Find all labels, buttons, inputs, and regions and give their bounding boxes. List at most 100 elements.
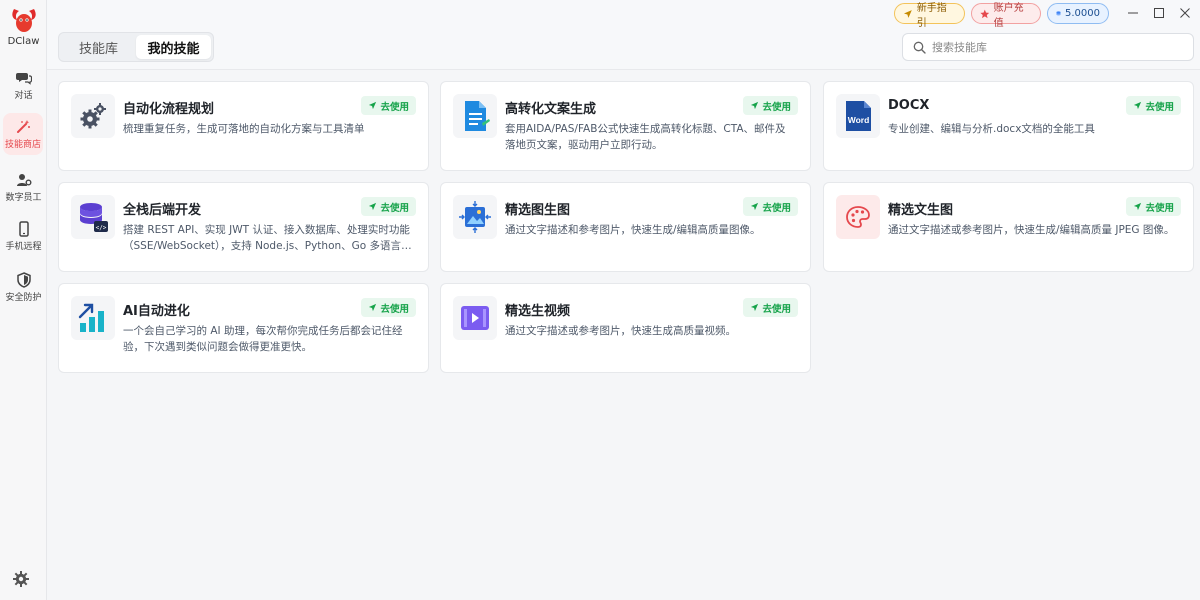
skill-title: 精选图生图 (505, 203, 571, 218)
send-arrow-icon (369, 101, 377, 110)
skill-title: 自动化流程规划 (123, 102, 215, 117)
sidebar-item-label: 手机远程 (5, 242, 42, 252)
tab-my-skills[interactable]: 我的技能 (136, 35, 211, 59)
use-skill-button[interactable]: 去使用 (1126, 197, 1181, 216)
skill-icon-box (71, 296, 115, 340)
skill-card-video[interactable]: 精选生视频 通过文字描述或参考图片，快速生成高质量视频。 去使用 (440, 283, 811, 373)
word-icon: Word (846, 101, 871, 131)
minimize-icon (1128, 12, 1138, 14)
guide-button[interactable]: 新手指引 (894, 3, 965, 29)
sidebar-item-security[interactable]: 安全防护 (0, 268, 47, 308)
skill-card-automation[interactable]: 自动化流程规划 梳理重复任务，生成可落地的自动化方案与工具清单 去使用 (58, 81, 429, 171)
chat-icon (15, 73, 32, 85)
skill-icon-box (453, 296, 497, 340)
sidebar-item-label: 安全防护 (5, 293, 42, 303)
recharge-label: 账户充值 (993, 2, 1024, 29)
use-skill-button[interactable]: 去使用 (743, 197, 798, 216)
skill-icon-box (836, 195, 880, 239)
sidebar-item-chat[interactable]: 对话 (0, 66, 47, 106)
skill-description: 通过文字描述或参考图片，快速生成高质量视频。 (505, 325, 736, 337)
gear-icon (13, 571, 29, 587)
app-logo[interactable]: DClaw (0, 6, 47, 47)
send-arrow-icon (369, 303, 377, 312)
sidebar-item-skill-store[interactable]: 技能商店 (3, 113, 43, 155)
skill-card-backend[interactable]: </> 全栈后端开发 搭建 REST API、实现 JWT 认证、接入数据库、处… (58, 182, 429, 272)
use-skill-label: 去使用 (1145, 101, 1174, 113)
send-arrow-icon (369, 202, 377, 211)
use-skill-button[interactable]: 去使用 (743, 96, 798, 115)
use-skill-label: 去使用 (762, 101, 791, 113)
skill-card-ai-evolution[interactable]: AI自动进化 一个会自己学习的 AI 助理，每次帮你完成任务后都会记住经验，下次… (58, 283, 429, 373)
sidebar-item-label: 数字员工 (5, 193, 42, 203)
sidebar-item-label: 技能商店 (4, 140, 41, 150)
image-transform-icon (459, 201, 491, 233)
shield-icon (16, 272, 31, 288)
maximize-button[interactable] (1151, 6, 1167, 20)
skill-description: 套用AIDA/PAS/FAB公式快速生成高转化标题、CTA、邮件及落地页文案，驱… (505, 123, 786, 151)
skill-description: 专业创建、编辑与分析.docx文档的全能工具 (888, 123, 1095, 135)
skill-icon-box (453, 94, 497, 138)
skill-title: DOCX (888, 98, 930, 113)
send-arrow-icon (751, 202, 759, 211)
maximize-icon (1154, 8, 1164, 18)
document-edit-icon (465, 101, 490, 131)
star-icon (980, 9, 990, 18)
skill-description: 搭建 REST API、实现 JWT 认证、接入数据库、处理实时功能（SSE/W… (123, 224, 412, 252)
skill-title: AI自动进化 (123, 304, 190, 319)
sidebar-item-digital-staff[interactable]: 数字员工 (0, 168, 47, 208)
magic-wand-icon (17, 120, 30, 133)
skill-title: 精选文生图 (888, 203, 954, 218)
send-arrow-icon (751, 101, 759, 110)
users-gear-icon (16, 174, 31, 186)
skill-card-docx[interactable]: Word DOCX 专业创建、编辑与分析.docx文档的全能工具 去使用 (823, 81, 1194, 171)
use-skill-label: 去使用 (762, 303, 791, 315)
navigation-arrow-icon (903, 9, 912, 18)
use-skill-button[interactable]: 去使用 (361, 197, 416, 216)
skill-icon-box: </> (71, 195, 115, 239)
use-skill-label: 去使用 (380, 303, 409, 315)
coin-stack-icon (1056, 11, 1061, 16)
send-arrow-icon (1134, 101, 1142, 110)
close-icon (1180, 8, 1190, 18)
balance-badge[interactable]: 5.0000 (1047, 3, 1109, 24)
tab-skill-library[interactable]: 技能库 (61, 35, 136, 59)
skill-description: 通过文字描述和参考图片，快速生成/编辑高质量图像。 (505, 224, 761, 236)
guide-label: 新手指引 (916, 2, 947, 29)
skill-card-image-to-image[interactable]: 精选图生图 通过文字描述和参考图片，快速生成/编辑高质量图像。 去使用 (440, 182, 811, 272)
svg-text:Word: Word (848, 115, 870, 125)
search-box[interactable] (902, 33, 1194, 61)
sidebar-item-phone-remote[interactable]: 手机远程 (0, 217, 47, 257)
search-icon (913, 41, 926, 54)
settings-button[interactable] (12, 570, 30, 592)
balance-value: 5.0000 (1065, 8, 1100, 19)
palette-icon (846, 206, 870, 228)
skill-title: 全栈后端开发 (123, 203, 202, 218)
top-bar: 技能库 我的技能 新手指引 账户充值 5.0000 (47, 0, 1200, 70)
skill-title: 高转化文案生成 (505, 102, 597, 117)
close-button[interactable] (1177, 6, 1193, 20)
skill-title: 精选生视频 (505, 304, 571, 319)
app-name: DClaw (7, 36, 40, 47)
use-skill-button[interactable]: 去使用 (1126, 96, 1181, 115)
skill-card-text-to-image[interactable]: 精选文生图 通过文字描述或参考图片，快速生成/编辑高质量 JPEG 图像。 去使… (823, 182, 1194, 272)
use-skill-button[interactable]: 去使用 (361, 96, 416, 115)
sidebar-item-label: 对话 (14, 91, 33, 101)
app-window: DClaw 对话 技能商店 数字员工 手机远程 安全防护 技能库 我的技能 新手… (0, 0, 1200, 600)
use-skill-button[interactable]: 去使用 (743, 298, 798, 317)
recharge-button[interactable]: 账户充值 (971, 3, 1041, 29)
search-input[interactable] (932, 40, 1172, 54)
database-code-icon: </> (80, 203, 108, 232)
skill-description: 通过文字描述或参考图片，快速生成/编辑高质量 JPEG 图像。 (888, 224, 1175, 236)
skill-description: 梳理重复任务，生成可落地的自动化方案与工具清单 (123, 123, 365, 135)
svg-text:</>: </> (96, 225, 107, 232)
use-skill-button[interactable]: 去使用 (361, 298, 416, 317)
gears-icon (80, 103, 106, 129)
skill-icon-box: Word (836, 94, 880, 138)
sidebar: DClaw 对话 技能商店 数字员工 手机远程 安全防护 (0, 0, 47, 600)
minimize-button[interactable] (1125, 6, 1141, 20)
send-arrow-icon (751, 303, 759, 312)
skill-card-copywriting[interactable]: 高转化文案生成 套用AIDA/PAS/FAB公式快速生成高转化标题、CTA、邮件… (440, 81, 811, 171)
video-play-icon (461, 306, 489, 330)
send-arrow-icon (1134, 202, 1142, 211)
use-skill-label: 去使用 (380, 101, 409, 113)
